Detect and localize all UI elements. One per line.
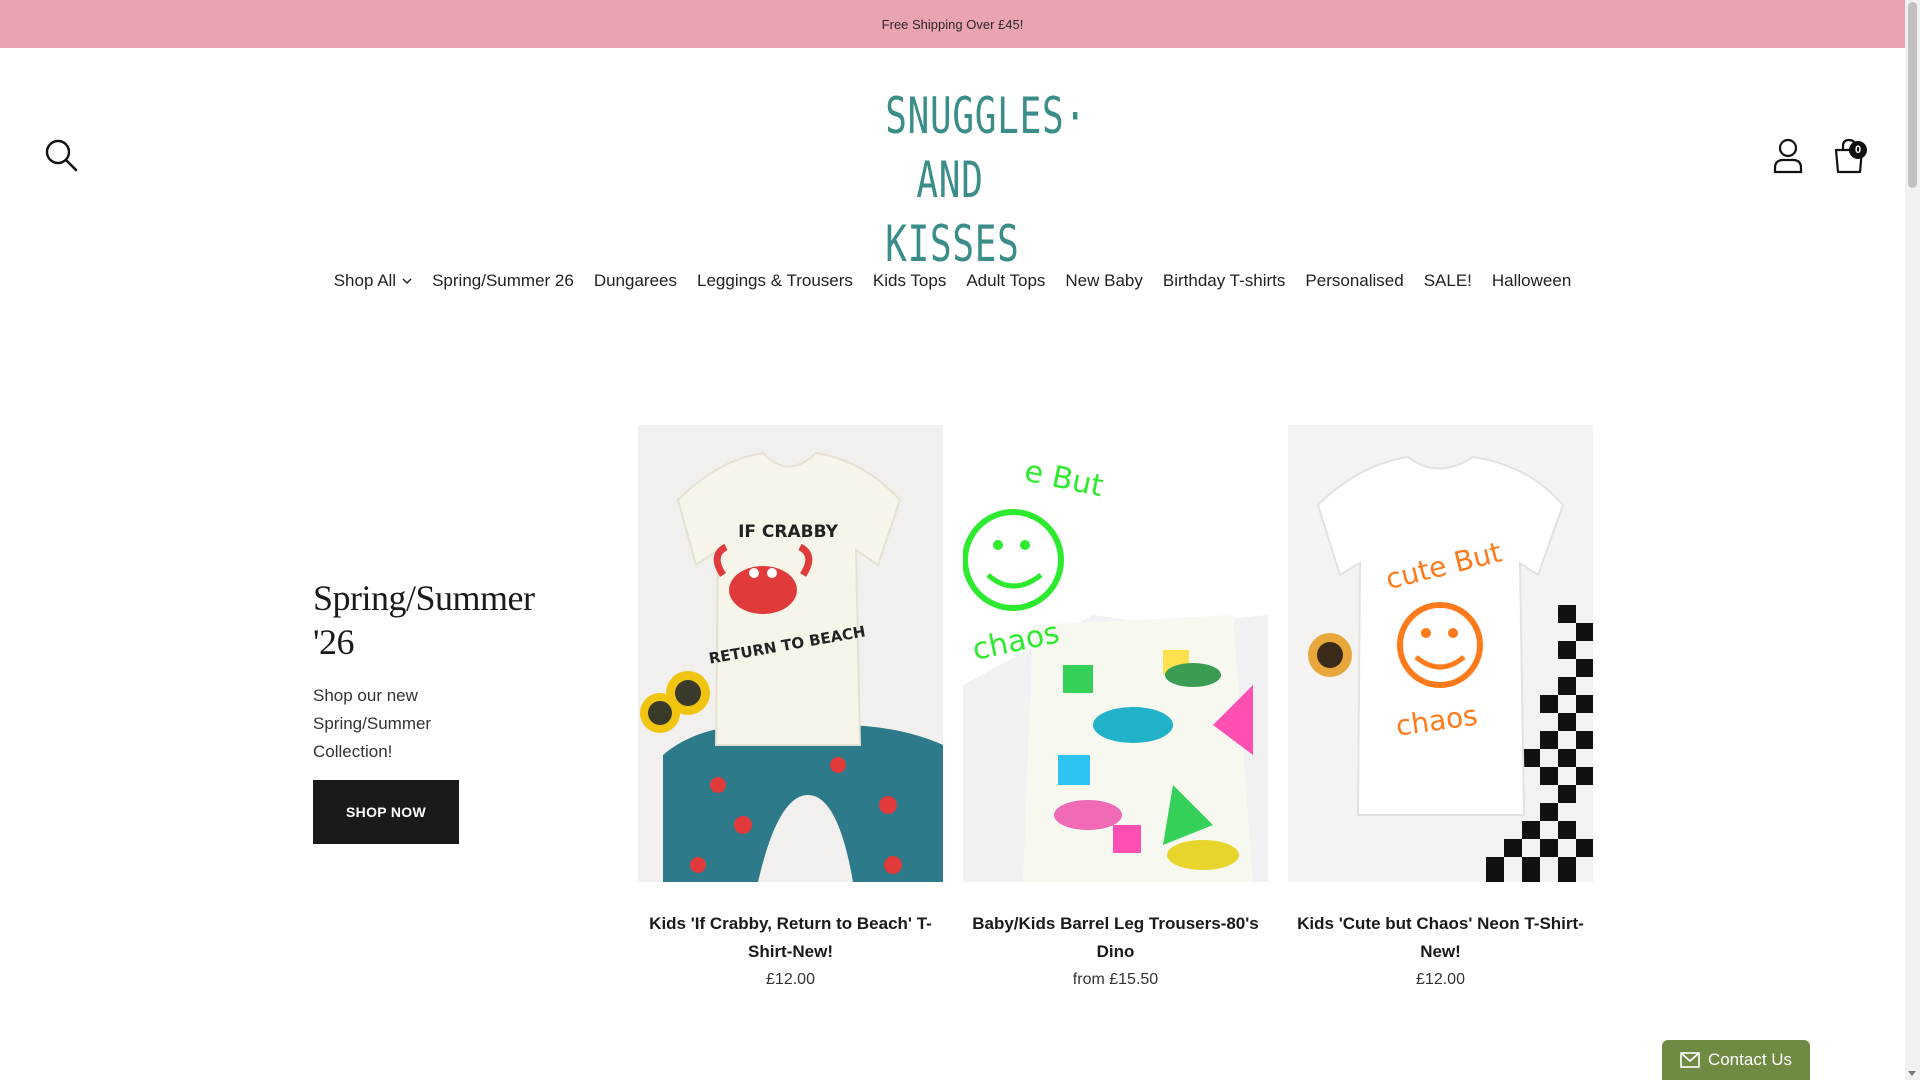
product-title[interactable]: Baby/Kids Barrel Leg Trousers-80's Dino [963, 910, 1268, 966]
promo-block: Spring/Summer '26 Shop our new Spring/Su… [313, 576, 553, 766]
print-text-top: IF CRABBY [738, 522, 839, 542]
nav-item-dungarees[interactable]: Dungarees [584, 271, 687, 291]
product-card[interactable]: e But chaos Baby/Kids Barrel Leg Trouser… [963, 425, 1268, 994]
nav-item-shop-all[interactable]: Shop All [324, 271, 422, 291]
product-title[interactable]: Kids 'If Crabby, Return to Beach' T-Shir… [638, 910, 943, 966]
nav-item-label: Shop All [333, 271, 397, 290]
product-card[interactable]: cute But chaos Kids 'Cute but Chaos' Neo… [1288, 425, 1593, 994]
promo-title: Spring/Summer '26 [313, 578, 535, 662]
nav-item-halloween[interactable]: Halloween [1482, 271, 1581, 291]
nav-item-new-baby[interactable]: New Baby [1055, 271, 1152, 291]
nav-item-kids-tops[interactable]: Kids Tops [863, 271, 956, 291]
contact-us-button[interactable]: Contact Us [1662, 1040, 1810, 1080]
scroll-down-arrow-icon[interactable] [1908, 1071, 1916, 1076]
page-scrollbar[interactable] [1905, 0, 1920, 1080]
product-price: £12.00 [766, 971, 815, 988]
product-image[interactable]: e But chaos [963, 425, 1268, 882]
shop-now-button[interactable]: SHOP NOW [313, 780, 459, 844]
main-navigation: Shop All Spring/Summer 26 Dungarees Legg… [0, 268, 1905, 294]
scrollbar-thumb[interactable] [1908, 2, 1917, 188]
cart-count-badge: 0 [1849, 141, 1867, 159]
nav-item-adult-tops[interactable]: Adult Tops [956, 271, 1055, 291]
logo-line-1: SNUGGLES· [885, 87, 1087, 145]
nav-item-label: Personalised [1305, 271, 1404, 290]
nav-item-leggings-trousers[interactable]: Leggings & Trousers [687, 271, 863, 291]
product-image[interactable]: cute But chaos [1288, 425, 1593, 882]
envelope-icon [1680, 1052, 1700, 1068]
site-logo[interactable]: SNUGGLES· AND KISSES [860, 84, 1087, 273]
contact-us-label: Contact Us [1707, 1050, 1793, 1069]
product-image[interactable]: IF CRABBY RETURN TO BEACH [638, 425, 943, 882]
product-price: from £15.50 [1072, 971, 1159, 988]
product-title[interactable]: Kids 'Cute but Chaos' Neon T-Shirt-New! [1288, 910, 1593, 966]
nav-item-sale[interactable]: SALE! [1414, 271, 1482, 291]
nav-item-label: Leggings & Trousers [697, 271, 853, 290]
product-card[interactable]: IF CRABBY RETURN TO BEACH Kids 'If Crabb… [638, 425, 943, 994]
nav-item-personalised[interactable]: Personalised [1295, 271, 1413, 291]
nav-item-label: Birthday T-shirts [1162, 271, 1286, 290]
nav-item-label: SALE! [1423, 271, 1472, 290]
announcement-bar: Free Shipping Over £45! [0, 0, 1905, 48]
nav-item-label: Spring/Summer 26 [432, 271, 574, 290]
logo-line-2: AND KISSES [885, 151, 1020, 273]
product-price: £12.00 [1416, 971, 1465, 988]
nav-item-spring-summer-26[interactable]: Spring/Summer 26 [422, 271, 584, 291]
account-icon[interactable] [1772, 138, 1804, 174]
nav-item-label: Adult Tops [966, 271, 1046, 290]
nav-item-label: Halloween [1491, 271, 1572, 290]
nav-item-birthday-tshirts[interactable]: Birthday T-shirts [1153, 271, 1296, 291]
chevron-down-icon [402, 278, 412, 285]
nav-item-label: Dungarees [593, 271, 677, 290]
announcement-text: Free Shipping Over £45! [881, 16, 1024, 32]
promo-text: Shop our new Spring/Summer Collection! [313, 686, 432, 761]
nav-item-label: New Baby [1065, 271, 1143, 290]
search-icon[interactable] [44, 138, 80, 174]
nav-item-label: Kids Tops [872, 271, 947, 290]
